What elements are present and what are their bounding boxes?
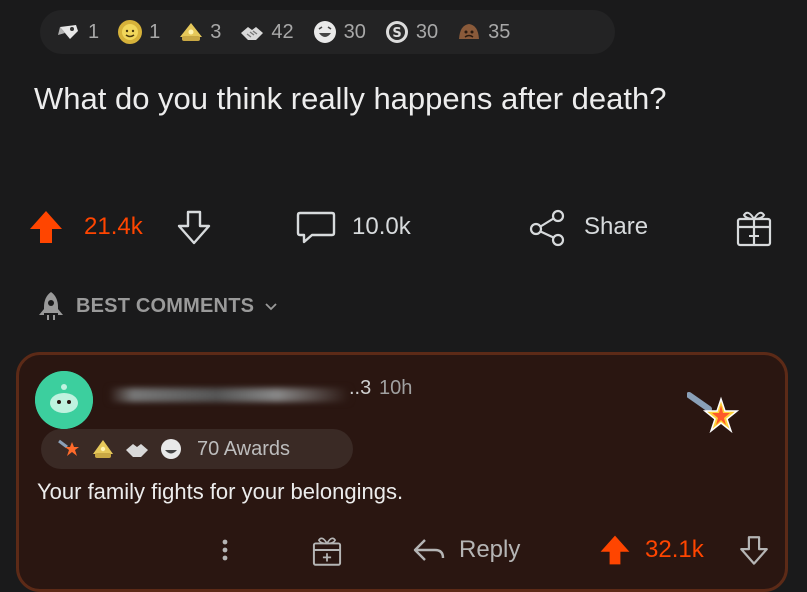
vertical-dots-icon [222, 539, 228, 561]
comment-timestamp: 10h [379, 377, 413, 399]
upvote-arrow-icon [600, 535, 630, 565]
upvote-button[interactable] [26, 200, 66, 254]
star-burst-icon [58, 439, 79, 456]
more-options-button[interactable] [215, 525, 235, 575]
snoo-avatar-icon [35, 371, 93, 429]
comment-action-bar: Reply 32.1k [19, 525, 791, 575]
silver-coin-icon: S [385, 21, 408, 43]
sort-comments-dropdown[interactable]: BEST COMMENTS [34, 288, 278, 324]
username-redacted[interactable] [109, 388, 349, 402]
gift-icon [736, 211, 772, 247]
post-awards-bar[interactable]: 1 1 3 42 30 S 30 35 [40, 10, 615, 54]
downvote-arrow-icon [177, 210, 211, 245]
award-laugh[interactable]: 30 [312, 19, 366, 45]
reply-label[interactable]: Reply [459, 525, 520, 575]
wholesome-helmet-icon [93, 440, 113, 458]
share-icon [529, 209, 565, 247]
award-silver[interactable]: S 30 [384, 19, 438, 45]
comment-awards-pill[interactable]: 70 Awards [41, 429, 353, 469]
avatar[interactable] [35, 371, 93, 429]
downvote-button[interactable] [174, 200, 214, 254]
gift-icon [312, 537, 342, 566]
share-label[interactable]: Share [584, 200, 648, 254]
award-count: 30 [343, 20, 366, 43]
comments-button[interactable] [294, 200, 338, 254]
sort-label: BEST COMMENTS [76, 294, 255, 317]
rocket-sort-icon [39, 292, 63, 320]
award-helmet[interactable]: 3 [178, 19, 221, 45]
reply-arrow-icon [413, 539, 445, 561]
give-award-button[interactable] [732, 200, 776, 254]
upvote-arrow-icon [30, 211, 62, 243]
username-suffix[interactable]: ..3 [349, 377, 371, 400]
award-sad[interactable]: 35 [456, 19, 510, 45]
award-count: 42 [271, 20, 294, 43]
post-action-bar: 21.4k 10.0k Share [26, 200, 786, 254]
award-rocket[interactable]: 1 [56, 19, 99, 45]
laughing-face-icon [161, 439, 181, 459]
comment-card[interactable]: ..3 10h 70 Awards Your family fights for… [16, 352, 788, 592]
award-count: 30 [415, 20, 439, 43]
post-title: What do you think really happens after d… [34, 81, 667, 116]
post-upvote-count: 21.4k [84, 213, 143, 240]
award-count: 1 [149, 20, 161, 43]
share-button[interactable] [526, 200, 570, 254]
wholesome-helmet-icon [180, 23, 203, 41]
comment-award-button[interactable] [309, 525, 345, 575]
sun-face-icon [118, 20, 143, 44]
comment-upvote-count: 32.1k [645, 536, 704, 563]
comment-body: Your family fights for your belongings. [37, 479, 404, 504]
downvote-arrow-icon [740, 536, 768, 565]
award-sun[interactable]: 1 [117, 19, 160, 45]
handshake-icon [126, 444, 148, 457]
reply-button[interactable] [409, 525, 449, 575]
comment-downvote-button[interactable] [737, 525, 771, 575]
handshake-icon [241, 27, 264, 40]
sad-face-icon [459, 24, 480, 39]
comments-count: 10.0k [352, 213, 411, 240]
laughing-face-icon [313, 21, 336, 43]
svg-text:S: S [392, 26, 401, 41]
award-count: 1 [88, 20, 100, 43]
rocket-like-icon [58, 25, 78, 39]
award-handshake[interactable]: 42 [239, 19, 294, 45]
award-count: 35 [488, 20, 511, 43]
award-count: 3 [210, 20, 222, 43]
comment-bubble-icon [296, 211, 336, 244]
comment-upvote-button[interactable] [597, 525, 633, 575]
chevron-down-icon [265, 303, 277, 311]
shooting-star-award-icon [687, 392, 739, 434]
awards-count-label: 70 Awards [197, 437, 291, 460]
